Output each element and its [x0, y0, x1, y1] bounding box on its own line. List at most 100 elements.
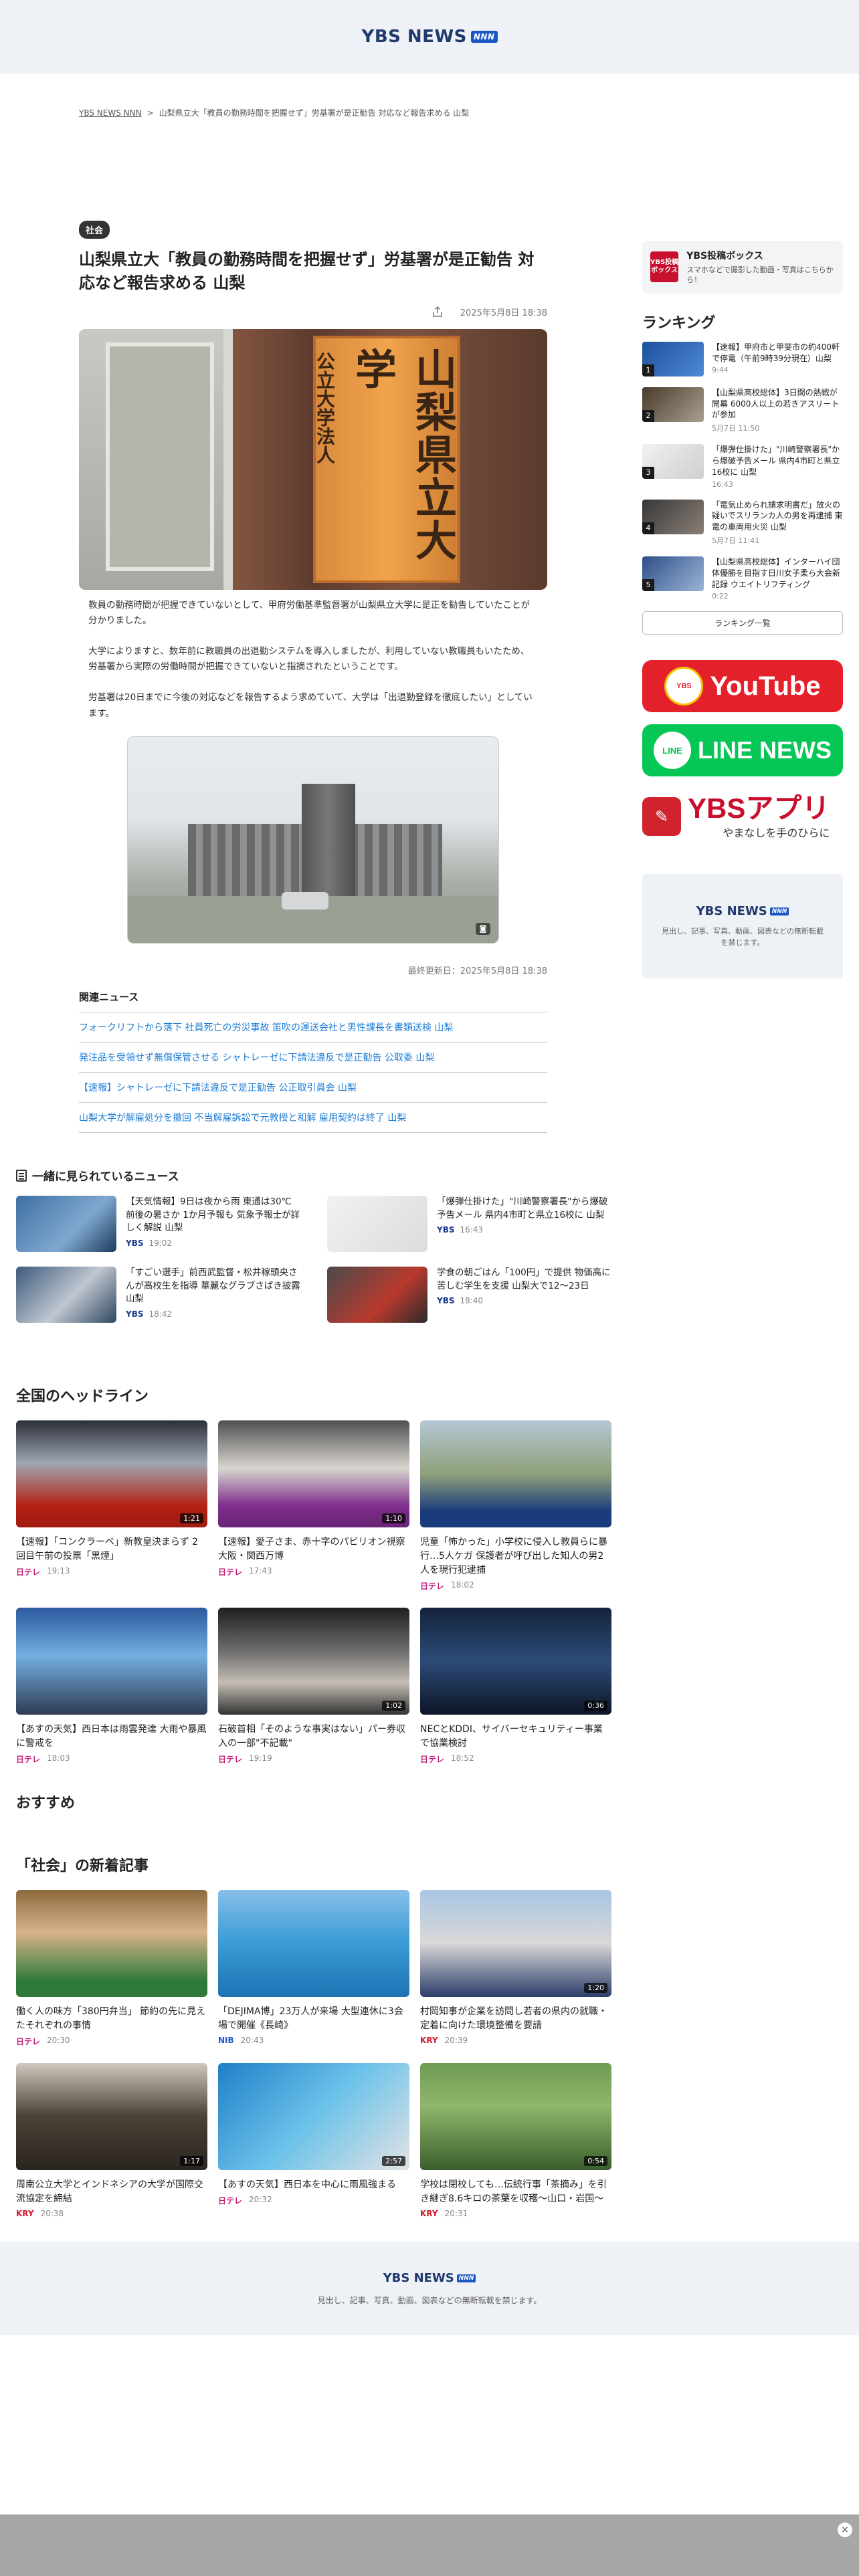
ranking-item[interactable]: 1 【速報】甲府市と甲斐市の約400軒で停電（午前9時39分現在）山梨 9:44	[642, 341, 843, 377]
new-articles-title: 「社会」の新着記事	[16, 1858, 149, 1874]
ranking-item[interactable]: 5 【山梨県高校総体】インターハイ団体優勝を目指す日川女子柔ら大会新記録 ウエイ…	[642, 556, 843, 601]
ranking-title: ランキング	[642, 314, 716, 332]
article-card[interactable]: 働く人の味方「380円弁当」 節約の先に見えたそれぞれの事情 日テレ 20:30	[16, 1890, 207, 2047]
article-thumbnail: 2:57	[218, 2063, 409, 2170]
ranking-item[interactable]: 3 「爆弾仕掛けた」"川崎警察署長"から爆破予告メール 県内4市町と県立16校に…	[642, 444, 843, 489]
together-card[interactable]: 「すごい選手」前西武監督・松井稼頭央さんが高校生を指導 華麗なグラブさばき披露 …	[16, 1267, 300, 1323]
article-card-title: 「DEJIMA博」23万人が来場 大型連休に3会場で開催《長崎》	[218, 2006, 403, 2031]
headline-thumbnail	[16, 1608, 207, 1715]
headlines-title: 全国のヘッドライン	[16, 1388, 149, 1405]
last-updated: 最終更新日：2025年5月8日 18:38	[407, 966, 547, 977]
ranking-item-date: 16:43	[712, 479, 733, 489]
video-duration: 1:10	[382, 1513, 405, 1523]
ranking-item[interactable]: 2 【山梨県高校総体】3日間の熱戦が開幕 6000人以上の若きアスリートが参加 5…	[642, 387, 843, 433]
headline-thumbnail: 1:02	[218, 1608, 409, 1715]
related-news-link[interactable]: 山梨大学が解雇処分を撤回 不当解雇訴訟で元教授と和解 雇用契約は終了 山梨	[79, 1113, 406, 1123]
related-news: 関連ニュース フォークリフトから落下 社員死亡の労災事故 笛吹の運送会社と男性課…	[79, 990, 547, 1134]
together-card[interactable]: 【天気情報】9日は夜から雨 東通は30℃前後の暑さか 1か月予報も 気象予報士が…	[16, 1196, 300, 1252]
time-label: 18:03	[47, 1753, 70, 1763]
video-duration: 0:36	[584, 1701, 607, 1711]
video-duration: 0:54	[584, 2156, 607, 2166]
youtube-banner[interactable]: YBS YouTube	[642, 660, 843, 713]
post-box-link[interactable]: YBS投稿ボックス YBS投稿ボックス スマホなどで撮影した動画・写真はこちらか…	[642, 241, 843, 294]
related-news-link[interactable]: 発注品を受領せず無償保管させる シャトレーゼに下請法違反で是正勧告 公取委 山梨	[79, 1053, 434, 1063]
youtube-banner-text: YouTube	[710, 671, 821, 701]
document-icon	[16, 1169, 27, 1182]
article-main: 社会 山梨県立大「教員の勤務時間を把握せず」労基署が是正勧告 対応など報告求める…	[79, 221, 547, 1134]
footer-logo-text: YBS NEWS	[383, 2271, 454, 2285]
sidebar-logo-text: YBS NEWS	[696, 904, 767, 919]
ranking-list: 1 【速報】甲府市と甲斐市の約400軒で停電（午前9時39分現在）山梨 9:44 …	[642, 341, 843, 601]
time-label: 18:42	[149, 1309, 173, 1319]
headline-card[interactable]: 児童「怖かった」小学校に侵入し教員らに暴行…5人ケガ 保護者が呼び出した知人の男…	[420, 1420, 611, 1592]
article-thumbnail: 1:20	[420, 1890, 611, 1997]
close-icon[interactable]: ×	[838, 2523, 852, 2537]
video-duration: 1:02	[382, 1701, 405, 1711]
article-card[interactable]: 2:57 【あすの天気】西日本を中心に雨風強まる 日テレ 20:32	[218, 2063, 409, 2218]
ranking-more-button[interactable]: ランキング一覧	[642, 611, 843, 635]
article-thumbnail	[218, 1890, 409, 1997]
post-box-subtitle: スマホなどで撮影した動画・写真はこちらから！	[686, 265, 834, 285]
related-news-list: フォークリフトから落下 社員死亡の労災事故 笛吹の運送会社と男性課長を書類送検 …	[79, 1012, 547, 1134]
headline-card[interactable]: 【あすの天気】西日本は雨雲発達 大雨や暴風に警戒を 日テレ 18:03	[16, 1608, 207, 1765]
share-icon[interactable]	[431, 306, 444, 318]
source-label: 日テレ	[420, 1755, 445, 1764]
sidebar-logo: YBS NEWS NNN	[696, 904, 789, 918]
bottom-ad-bar: ×	[0, 2514, 859, 2576]
together-card-title: 「爆弾仕掛けた」"川崎警察署長"から爆破予告メール 県内4市町と県立16校に 山…	[437, 1196, 608, 1220]
together-card-title: 学食の朝ごはん「100円」で提供 物価高に苦しむ学生を支援 山梨大で12～23日	[437, 1267, 611, 1291]
headlines-grid: 1:21 【速報】「コンクラーベ」新教皇決まらず 2回目午前の投票「黒煙」 日テ…	[16, 1420, 611, 1765]
line-news-banner[interactable]: LINE LINE NEWS	[642, 724, 843, 777]
headline-title: 【速報】愛子さま、赤十字のパビリオン視察 大阪・関西万博	[218, 1537, 405, 1562]
ranking-item-title: 【速報】甲府市と甲斐市の約400軒で停電（午前9時39分現在）山梨	[712, 342, 840, 363]
together-thumbnail	[16, 1267, 116, 1323]
recommend-title: おすすめ	[16, 1795, 76, 1812]
source-label: 日テレ	[218, 2196, 243, 2206]
hero-image: 公立大学法人 山梨県立大学	[79, 328, 547, 590]
site-header: YBS NEWS NNN	[0, 0, 859, 74]
time-label: 20:32	[249, 2195, 272, 2204]
ranking-item-date: 5月7日 11:41	[712, 536, 760, 545]
together-card[interactable]: 「爆弾仕掛けた」"川崎警察署長"から爆破予告メール 県内4市町と県立16校に 山…	[327, 1196, 611, 1252]
footer-logo[interactable]: YBS NEWS NNN	[383, 2271, 476, 2285]
ranking-item-date: 9:44	[712, 366, 729, 375]
ranking-item-title: 「電気止められ請求明書だ」放火の疑いでスリランカ人の男を再逮捕 東電の車両用火災…	[712, 500, 843, 532]
together-thumbnail	[16, 1196, 116, 1252]
article-card[interactable]: 「DEJIMA博」23万人が来場 大型連休に3会場で開催《長崎》 NIB 20:4…	[218, 1890, 409, 2047]
source-label: 日テレ	[16, 2037, 41, 2046]
site-logo[interactable]: YBS NEWS NNN	[362, 27, 498, 47]
ranking-item[interactable]: 4 「電気止められ請求明書だ」放火の疑いでスリランカ人の男を再逮捕 東電の車両用…	[642, 499, 843, 546]
ranking-thumbnail: 4	[642, 499, 704, 534]
time-label: 17:43	[249, 1566, 272, 1576]
campus-car	[282, 892, 328, 910]
time-label: 18:40	[460, 1296, 484, 1306]
related-news-link[interactable]: フォークリフトから落下 社員死亡の労災事故 笛吹の運送会社と男性課長を書類送検 …	[79, 1023, 453, 1033]
post-box-icon: YBS投稿ボックス	[650, 251, 679, 283]
source-label: 日テレ	[420, 1582, 445, 1591]
article-thumbnail	[16, 1890, 207, 1997]
article-card[interactable]: 0:54 学校は閉校しても…伝統行事「茶摘み」を引き継ぎ8.6キロの茶葉を収穫～…	[420, 2063, 611, 2218]
related-news-link[interactable]: 【速報】シャトレーゼに下請法違反で是正勧告 公正取引員会 山梨	[79, 1083, 357, 1093]
ybs-app-banner[interactable]: ✎ YBSアプリ やまなしを手のひらに	[642, 784, 843, 849]
sidebar: YBS投稿ボックス YBS投稿ボックス スマホなどで撮影した動画・写真はこちらか…	[642, 241, 843, 979]
logo-badge: NNN	[470, 31, 498, 43]
headline-card[interactable]: 1:21 【速報】「コンクラーベ」新教皇決まらず 2回目午前の投票「黒煙」 日テ…	[16, 1420, 207, 1592]
logo-text: YBS NEWS	[361, 27, 467, 47]
headline-card[interactable]: 1:02 石破首相「そのような事実はない」パー券収入の一部"不記載" 日テレ 19…	[218, 1608, 409, 1765]
time-label: 20:43	[240, 2036, 264, 2045]
app-banner-title: YBSアプリ	[688, 792, 830, 825]
source-label: KRY	[16, 2209, 34, 2218]
source-label: KRY	[420, 2209, 438, 2218]
video-duration: 1:20	[584, 1983, 607, 1993]
headline-card[interactable]: 0:36 NECとKDDI、サイバーセキュリティー事業で協業検討 日テレ 18:5…	[420, 1608, 611, 1765]
category-badge[interactable]: 社会	[79, 221, 110, 239]
headline-card[interactable]: 1:10 【速報】愛子さま、赤十字のパビリオン視察 大阪・関西万博 日テレ 17:…	[218, 1420, 409, 1592]
article-card[interactable]: 1:20 村岡知事が企業を訪問し若者の県内の就職・定着に向けた環境整備を要請 K…	[420, 1890, 611, 2047]
together-card-title: 「すごい選手」前西武監督・松井稼頭央さんが高校生を指導 華麗なグラブさばき披露 …	[126, 1267, 300, 1305]
ybs-logo-icon: YBS	[664, 667, 704, 706]
source-label: NIB	[218, 2036, 234, 2045]
time-label: 19:13	[47, 1566, 70, 1576]
breadcrumb-home-link[interactable]: YBS NEWS NNN	[79, 108, 142, 118]
together-card[interactable]: 学食の朝ごはん「100円」で提供 物価高に苦しむ学生を支援 山梨大で12～23日…	[327, 1267, 611, 1323]
article-card[interactable]: 1:17 周南公立大学とインドネシアの大学が国際交流協定を締結 KRY 20:38	[16, 2063, 207, 2218]
